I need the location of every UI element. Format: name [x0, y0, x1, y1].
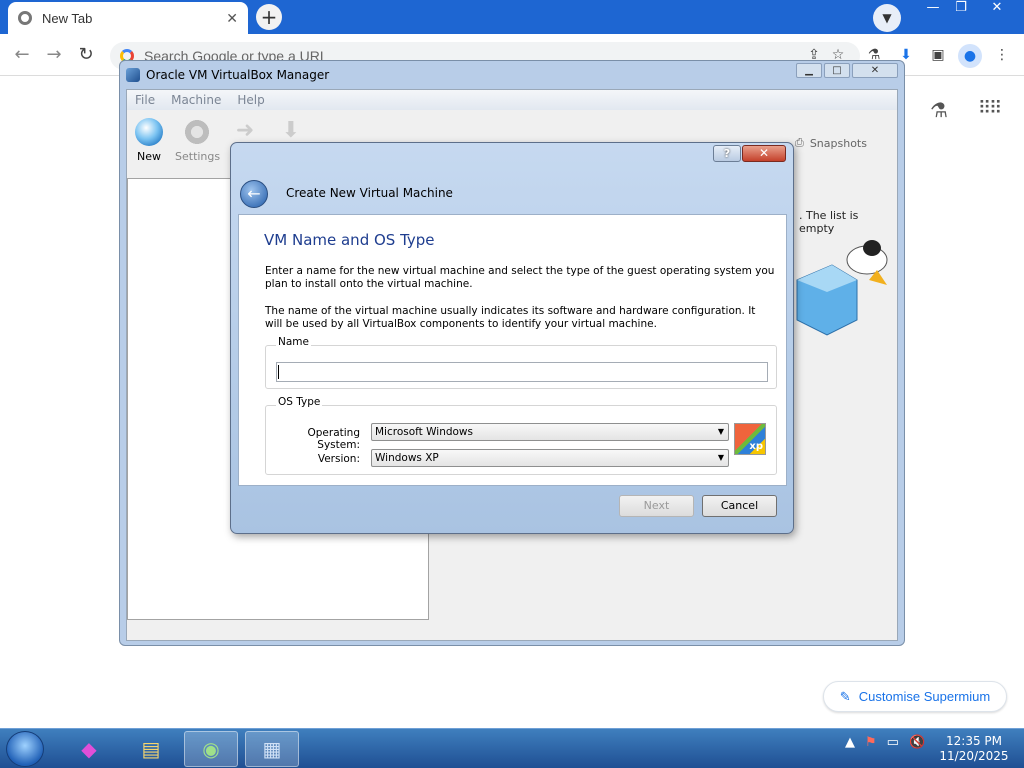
chevron-down-icon: ▼ [717, 453, 724, 462]
action-center-flag-icon[interactable]: ⚑ [865, 735, 877, 750]
start-arrow-icon[interactable]: ➜ [223, 118, 267, 143]
version-select[interactable]: Windows XP ▼ [371, 449, 729, 467]
tray-overflow-icon[interactable]: ▲ [845, 735, 855, 750]
apps-grid-icon[interactable]: ⠿⠿ [978, 98, 1002, 119]
back-arrow-icon[interactable]: ← [10, 44, 34, 68]
profile-avatar-icon[interactable]: ● [958, 44, 982, 68]
version-value: Windows XP [375, 452, 439, 464]
create-vm-dialog: ? ✕ ← Create New Virtual Machine VM Name… [230, 142, 794, 534]
new-vm-icon [135, 118, 163, 146]
network-icon[interactable]: ▭ [887, 735, 899, 750]
help-button[interactable]: ? [713, 145, 741, 162]
tab-title: New Tab [42, 10, 93, 26]
minimize-icon[interactable]: — [918, 0, 948, 18]
snapshots-label: Snapshots [809, 136, 867, 150]
start-button-windows-icon[interactable] [6, 731, 44, 767]
system-tray: ▲ ⚑ ▭ 🔇 [845, 735, 925, 750]
pencil-icon: ✎ [839, 688, 851, 704]
description-paragraph: The name of the virtual machine usually … [265, 305, 756, 330]
operating-system-label: Operating System: [307, 427, 361, 451]
vbox-minimize-icon[interactable]: ▁ [796, 63, 822, 78]
operating-system-value: Microsoft Windows [375, 426, 473, 438]
virtualbox-penguin-mascot-icon [796, 240, 888, 336]
cancel-button[interactable]: Cancel [702, 495, 777, 517]
dialog-close-button[interactable]: ✕ [742, 145, 786, 162]
intro-paragraph: Enter a name for the new virtual machine… [265, 265, 775, 290]
customise-label: Customise Supermium [858, 689, 991, 704]
dialog-title: Create New Virtual Machine [286, 186, 453, 200]
menu-help[interactable]: Help [237, 93, 264, 107]
file-explorer-folder-icon[interactable]: ▤ [124, 731, 178, 767]
forward-arrow-icon[interactable]: → [42, 44, 66, 68]
settings-gear-icon [183, 118, 211, 146]
side-panel-icon[interactable]: ▣ [926, 44, 950, 68]
labs-flask-icon[interactable]: ⚗ [930, 98, 948, 122]
vbox-maximize-icon[interactable]: □ [824, 63, 850, 78]
reload-icon[interactable]: ↻ [74, 44, 98, 68]
vbox-window-title: Oracle VM VirtualBox Manager [146, 68, 330, 82]
version-label: Version: [317, 453, 360, 465]
name-group: Name [265, 336, 777, 389]
next-button[interactable]: Next [619, 495, 694, 517]
taskbar: ◆ ▤ ◉ ▦ ▲ ⚑ ▭ 🔇 12:35 PM 11/20/2025 [0, 728, 1024, 768]
discard-arrow-icon[interactable]: ⬇ [269, 118, 313, 143]
new-vm-button[interactable]: New [127, 118, 171, 163]
menu-machine[interactable]: Machine [171, 93, 221, 107]
supermium-browser-icon[interactable]: ◉ [184, 731, 238, 767]
wizard-page: VM Name and OS Type Enter a name for the… [238, 214, 787, 486]
settings-label: Settings [175, 150, 221, 163]
text-caret [278, 365, 279, 379]
settings-button[interactable]: Settings [175, 118, 221, 163]
virtualbox-taskbar-icon[interactable]: ▦ [245, 731, 299, 767]
vm-name-input[interactable] [276, 362, 768, 382]
page-title: VM Name and OS Type [264, 231, 435, 249]
menu-file[interactable]: File [135, 93, 155, 107]
name-group-label: Name [276, 336, 311, 348]
operating-system-select[interactable]: Microsoft Windows ▼ [371, 423, 729, 441]
new-tab-button[interactable]: + [256, 4, 282, 30]
new-vm-label: New [137, 150, 161, 163]
taskbar-app-icon[interactable]: ◆ [62, 731, 116, 767]
camera-icon: ⎙ [795, 136, 804, 149]
restore-icon[interactable]: ❐ [946, 0, 976, 18]
close-tab-icon[interactable]: ✕ [226, 10, 238, 27]
chrome-icon [18, 11, 32, 25]
back-button-icon[interactable]: ← [240, 180, 268, 208]
clock-date: 11/20/2025 [939, 749, 1009, 763]
close-window-icon[interactable]: ✕ [982, 0, 1012, 18]
clock[interactable]: 12:35 PM 11/20/2025 [938, 734, 1010, 764]
vbox-title-bar: Oracle VM VirtualBox Manager [126, 65, 329, 85]
chevron-down-icon: ▼ [717, 427, 724, 436]
virtualbox-logo-icon [126, 68, 140, 82]
windows-xp-os-icon: xp [734, 423, 766, 455]
tab-search-icon[interactable]: ▼ [873, 4, 901, 32]
os-type-group-label: OS Type [276, 396, 323, 408]
snapshots-tab[interactable]: ⎙ Snapshots [795, 136, 867, 150]
volume-muted-icon[interactable]: 🔇 [909, 735, 925, 750]
customise-button[interactable]: ✎ Customise Supermium [823, 681, 1007, 712]
os-type-group: OS Type Operating System: Microsoft Wind… [265, 396, 777, 475]
vbox-close-icon[interactable]: ✕ [852, 63, 898, 78]
menu-kebab-icon[interactable]: ⋮ [990, 44, 1014, 68]
tab-new-tab[interactable]: New Tab ✕ [8, 2, 248, 34]
vbox-menu-bar: File Machine Help [127, 90, 897, 110]
clock-time: 12:35 PM [946, 734, 1002, 748]
